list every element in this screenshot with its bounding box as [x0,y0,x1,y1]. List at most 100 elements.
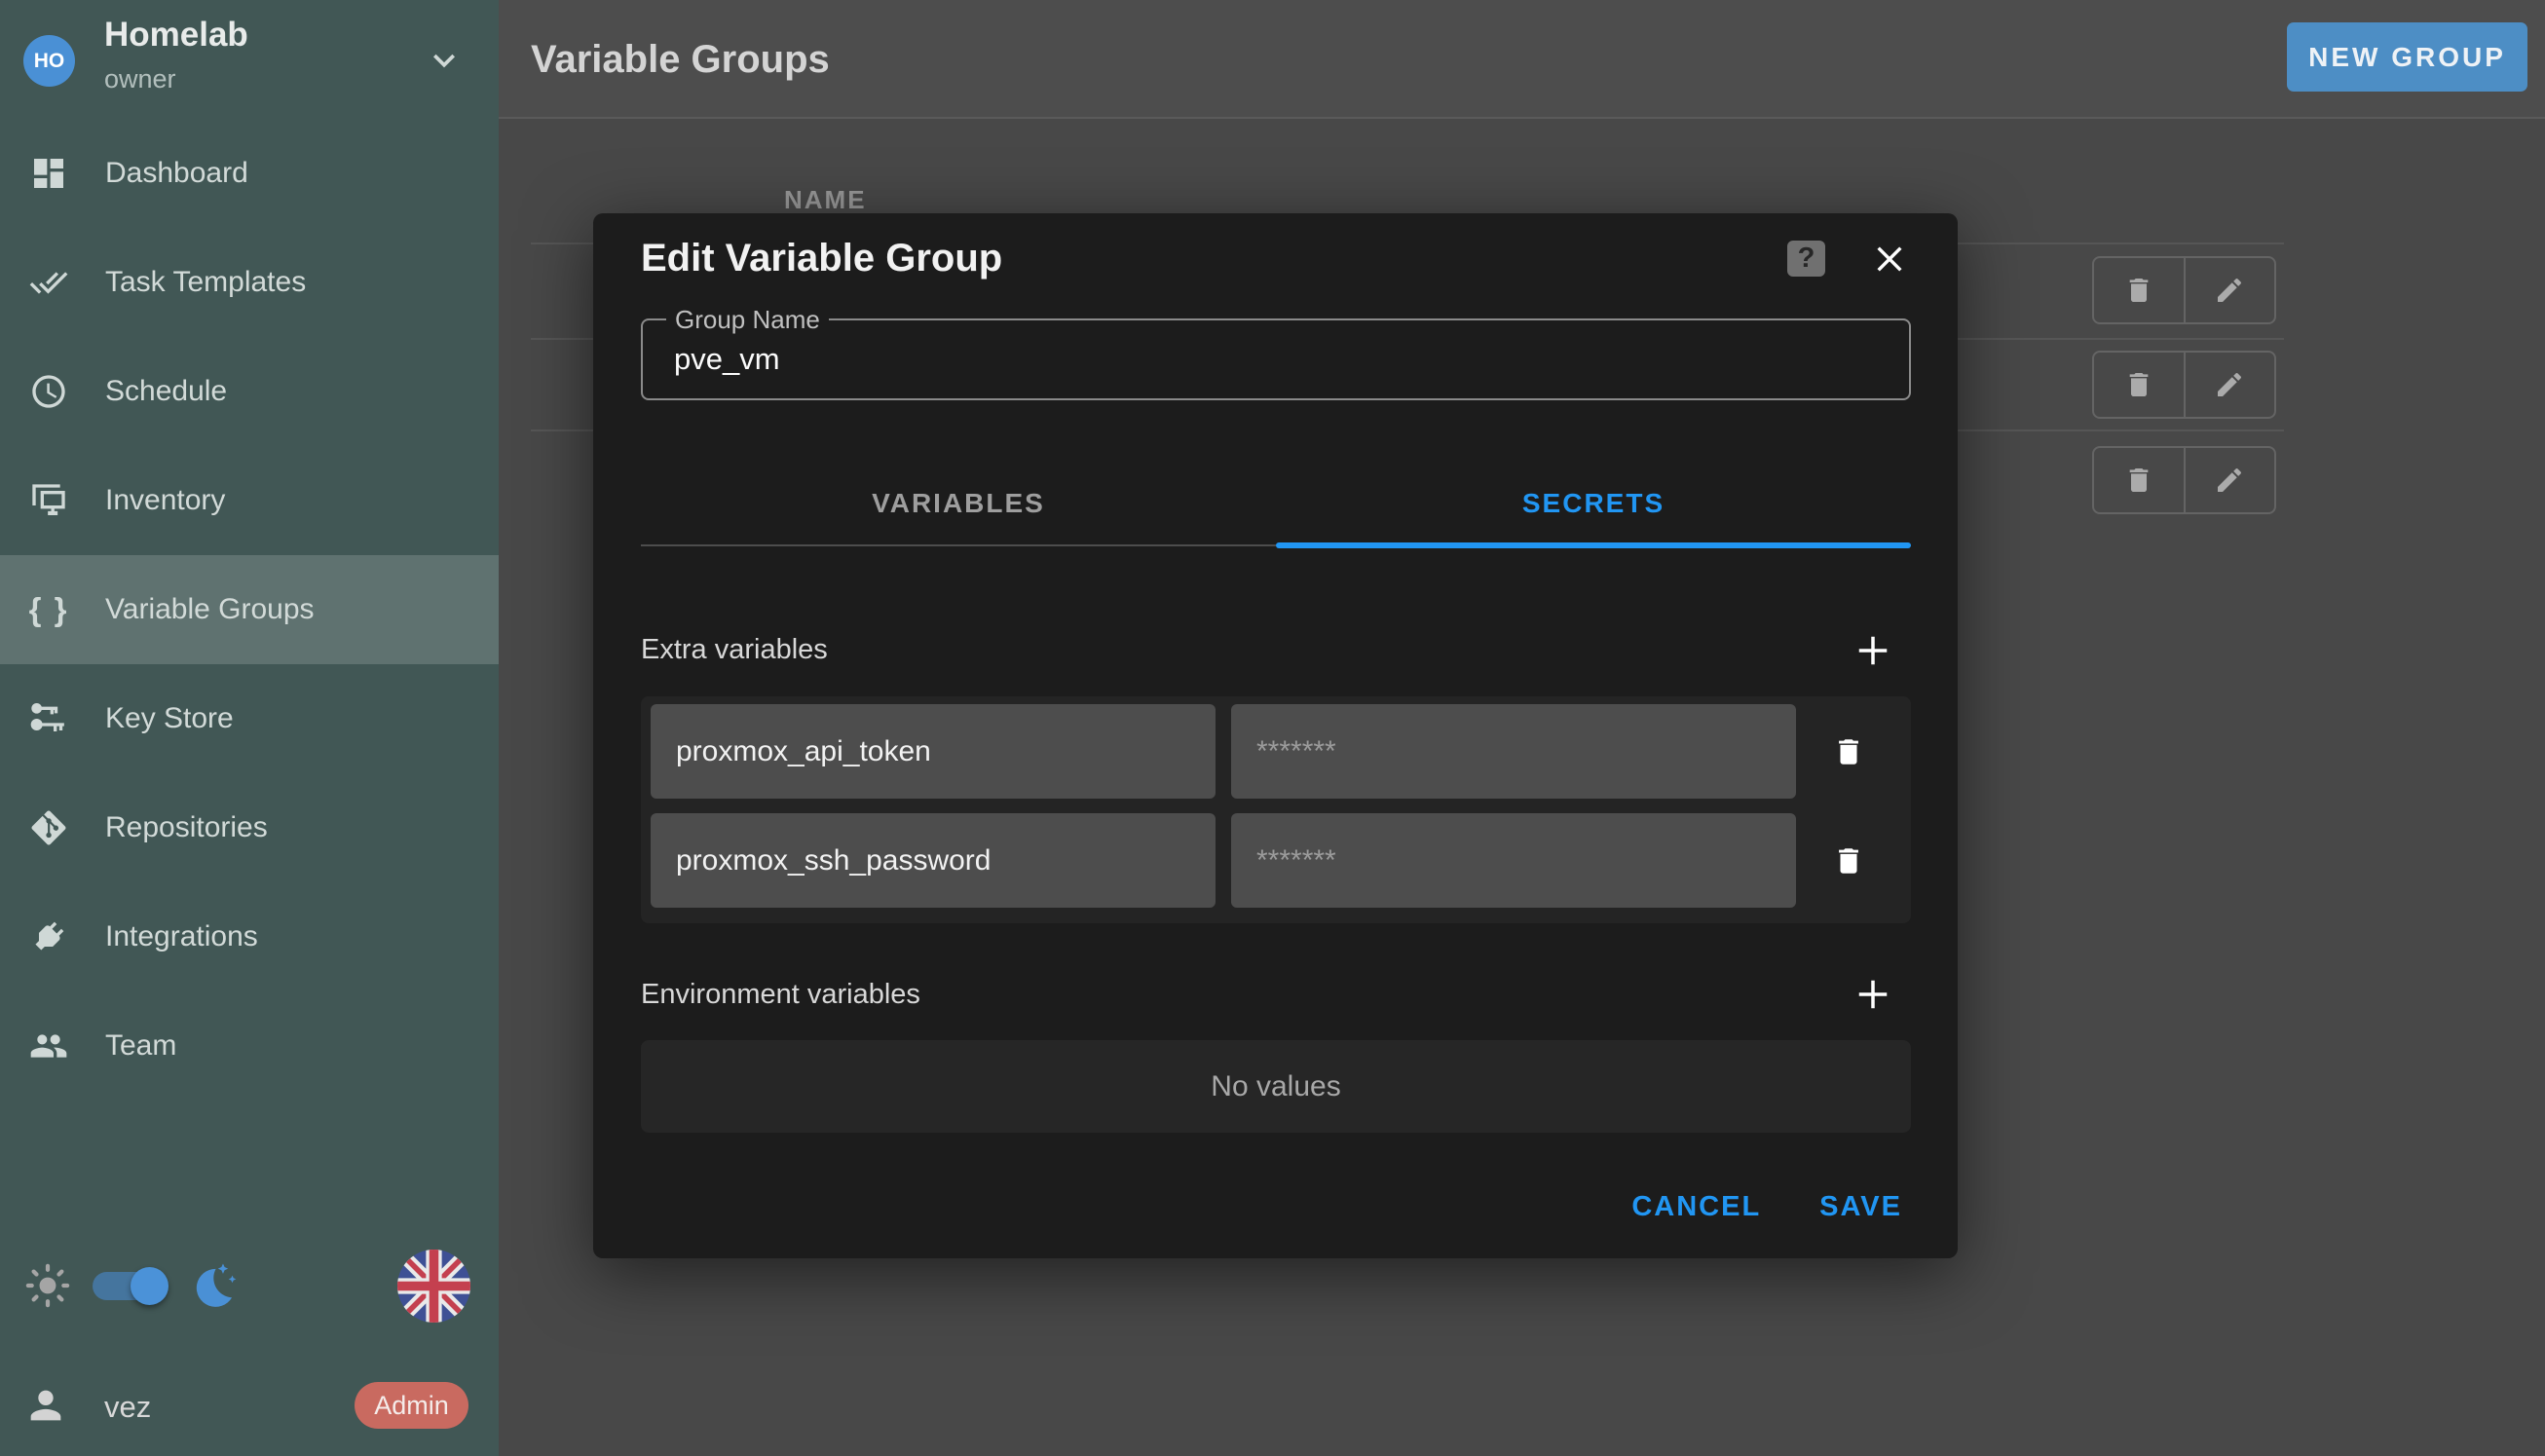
secret-value-input[interactable] [1231,813,1796,908]
table-header-name: NAME [784,185,867,215]
dialog-actions: CANCEL SAVE [1624,1177,1910,1236]
git-icon [27,806,70,849]
sidebar: HO Homelab owner Dashboard Task Template… [0,0,499,1456]
sidebar-item-inventory[interactable]: Inventory [0,446,499,555]
sidebar-item-integrations[interactable]: Integrations [0,882,499,991]
chevron-down-icon [423,39,466,82]
secret-name-input[interactable] [651,813,1216,908]
dashboard-icon [27,152,70,195]
secret-value-field [1231,704,1796,799]
project-selector[interactable]: HO Homelab owner [0,0,499,119]
language-flag-uk[interactable] [397,1250,470,1323]
sidebar-item-dashboard[interactable]: Dashboard [0,119,499,228]
app-root: HO Homelab owner Dashboard Task Template… [0,0,2545,1456]
project-name: Homelab [104,16,248,55]
edit-icon [2214,369,2245,400]
admin-badge: Admin [355,1382,468,1429]
secret-name-input[interactable] [651,704,1216,799]
trash-icon [1832,735,1865,768]
user-name: vez [104,1390,151,1425]
project-avatar: HO [23,35,75,87]
plus-icon [1854,632,1891,669]
sidebar-item-label: Inventory [105,484,225,517]
cancel-button[interactable]: CANCEL [1624,1181,1769,1233]
project-role: owner [104,64,176,94]
trash-icon [2123,369,2154,400]
monitor-icon [27,479,70,522]
add-environment-variable-button[interactable] [1850,971,1896,1018]
sidebar-item-key-store[interactable]: Key Store [0,664,499,773]
sidebar-item-label: Variable Groups [105,593,315,626]
dialog-title: Edit Variable Group [641,237,1002,280]
sidebar-item-label: Team [105,1029,176,1063]
sidebar-item-repositories[interactable]: Repositories [0,773,499,882]
edit-variable-group-dialog: Edit Variable Group ? Group Name VARIABL… [593,213,1958,1258]
close-button[interactable] [1867,237,1912,281]
sidebar-menu: Dashboard Task Templates Schedule Invent… [0,119,499,1101]
trash-icon [1832,844,1865,877]
secret-name-field [651,704,1216,799]
edit-group-button[interactable] [2184,353,2275,417]
group-name-input[interactable] [643,320,1909,398]
sidebar-item-team[interactable]: Team [0,991,499,1101]
light-mode-icon [25,1263,70,1308]
sidebar-item-task-templates[interactable]: Task Templates [0,228,499,337]
secret-value-input[interactable] [1231,704,1796,799]
secret-name-field [651,813,1216,908]
plus-icon [1854,976,1891,1013]
close-icon [1873,243,1906,276]
secret-row [651,704,1901,799]
delete-group-button[interactable] [2094,448,2184,512]
topbar: Variable Groups NEW GROUP [499,0,2545,119]
dialog-tabs: VARIABLES SECRETS [641,466,1911,541]
page-title: Variable Groups [531,38,830,82]
edit-icon [2214,275,2245,306]
braces-icon: { } [27,588,70,631]
new-group-button[interactable]: NEW GROUP [2287,22,2527,92]
plug-icon [27,915,70,958]
trash-icon [2123,465,2154,496]
table-row-actions [2092,351,2276,419]
table-row-actions [2092,446,2276,514]
add-extra-variable-button[interactable] [1850,627,1896,674]
theme-toggle[interactable] [93,1272,167,1300]
person-icon [23,1383,68,1428]
environment-variables-title: Environment variables [641,979,920,1011]
sidebar-item-label: Task Templates [105,266,306,299]
environment-variables-empty: No values [641,1040,1911,1133]
tab-secrets[interactable]: SECRETS [1276,466,1911,541]
delete-group-button[interactable] [2094,353,2184,417]
sidebar-item-label: Dashboard [105,157,248,190]
clock-icon [27,370,70,413]
theme-toggle-knob[interactable] [131,1267,168,1305]
tab-variables[interactable]: VARIABLES [641,466,1276,541]
extra-variables-title: Extra variables [641,634,828,666]
user-row[interactable]: vez Admin [0,1371,499,1439]
help-button[interactable]: ? [1787,241,1825,277]
extra-variables-list [641,696,1911,923]
sidebar-item-label: Key Store [105,702,234,735]
delete-secret-button[interactable] [1796,844,1901,877]
group-name-field: Group Name [641,318,1911,400]
tab-track [641,544,1276,546]
edit-group-button[interactable] [2184,258,2275,322]
trash-icon [2123,275,2154,306]
active-tab-indicator [1276,542,1911,548]
dark-mode-icon [188,1260,239,1311]
people-icon [27,1025,70,1067]
secret-row [651,813,1901,908]
sidebar-item-label: Integrations [105,920,258,953]
done-all-icon [27,261,70,304]
edit-group-button[interactable] [2184,448,2275,512]
sidebar-item-variable-groups[interactable]: { } Variable Groups [0,555,499,664]
secret-value-field [1231,813,1796,908]
edit-icon [2214,465,2245,496]
sidebar-item-label: Schedule [105,375,227,408]
delete-secret-button[interactable] [1796,735,1901,768]
delete-group-button[interactable] [2094,258,2184,322]
save-button[interactable]: SAVE [1812,1181,1910,1233]
sidebar-item-schedule[interactable]: Schedule [0,337,499,446]
table-row-actions [2092,256,2276,324]
sidebar-item-label: Repositories [105,811,268,844]
keys-icon [27,697,70,740]
